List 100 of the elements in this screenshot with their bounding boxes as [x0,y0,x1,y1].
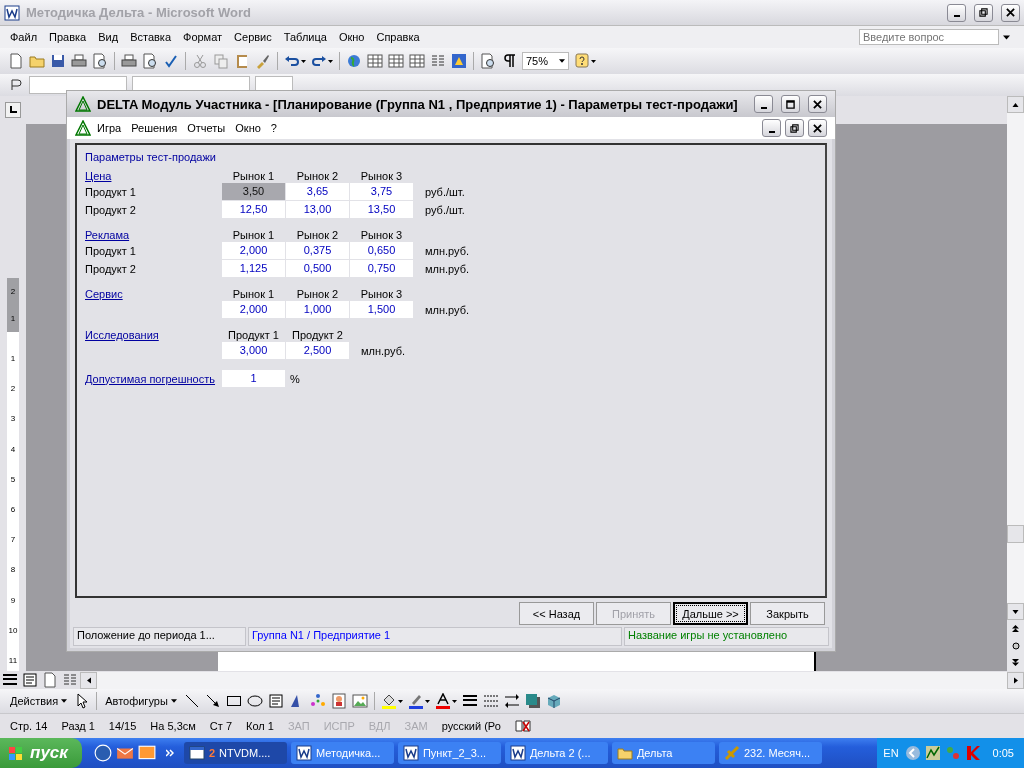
restore-icon [979,8,988,17]
print-preview-icon [142,53,158,69]
next-page-button[interactable] [1007,654,1024,671]
restore-button[interactable] [785,119,804,137]
input-cell[interactable]: 0,500 [286,260,349,277]
input-cell[interactable]: 1,500 [350,301,413,318]
ruler-number: 6 [10,504,16,514]
ruler-number: 8 [10,565,16,575]
menu-item[interactable]: Файл [4,31,44,43]
table-button[interactable] [386,51,406,71]
input-cell[interactable]: 13,00 [286,201,349,218]
dialog-title: DELTA Модуль Участника - [Планирование (Группа N1 , Предприятие 1) - Параметры тест-продажи] [97,96,738,112]
row-label: Продукт 2 [85,203,137,216]
section-link[interactable]: Цена [85,170,221,182]
drawing-button[interactable] [449,51,469,71]
taskbar-button[interactable]: 232. Месяч... [718,742,822,764]
input-cell[interactable]: 2,500 [286,342,349,359]
taskbar-button[interactable]: 2 NTVDM.... [183,742,287,764]
diagram-icon [309,693,326,709]
scroll-down-button[interactable] [1007,603,1024,620]
globe-icon[interactable] [93,744,112,762]
menu-item[interactable]: Справка [370,31,426,43]
dialog-button[interactable]: Дальше >> [673,602,748,625]
dialog-button[interactable]: << Назад [519,602,594,625]
maximize-button[interactable] [781,95,800,113]
input-cell[interactable]: 0,650 [350,242,413,259]
menu-item[interactable]: Формат [177,31,229,43]
menu-item[interactable]: Окно [231,122,265,134]
column-header: Рынок 3 [359,288,404,300]
input-cell[interactable]: 2,000 [222,301,285,318]
circle-icon [1011,641,1020,650]
actions-menu[interactable]: Действия [6,695,72,707]
tolerance-link[interactable]: Допустимая погрешность [85,372,221,385]
input-cell[interactable]: 12,50 [222,201,285,218]
section-link[interactable]: Сервис [85,288,221,300]
line-color-icon [407,693,424,709]
input-cell[interactable]: 0,750 [350,260,413,277]
shadow-icon [524,693,541,709]
minimize-button[interactable] [754,95,773,113]
unit-label: млн.руб. [424,303,471,316]
menu-item[interactable]: Сервис [228,31,278,43]
desktop-icon[interactable] [137,744,156,762]
scroll-up-button[interactable] [1007,96,1024,113]
input-cell[interactable]: 1,125 [222,260,285,277]
minimize-button[interactable] [947,3,966,22]
menu-item[interactable]: Таблица [277,31,333,43]
minimize-button[interactable] [762,119,781,137]
section-link[interactable]: Реклама [85,229,221,241]
scroll-right-button[interactable] [1007,671,1024,689]
input-cell[interactable]: 0,375 [286,242,349,259]
previous-page-button[interactable] [1007,620,1024,637]
menu-item[interactable]: ? [266,122,281,134]
menu-item[interactable]: Отчеты [183,122,230,134]
help-button[interactable] [572,51,599,71]
input-cell[interactable]: 3,65 [286,183,349,200]
menu-item[interactable]: Решения [127,122,182,134]
input-cell[interactable]: 13,50 [350,201,413,218]
picture-insert-button[interactable] [349,691,370,711]
double-arrow-up-icon [1012,625,1019,632]
input-cell[interactable]: 3,50 [222,183,285,200]
input-cell[interactable]: 3,75 [350,183,413,200]
chart-icon[interactable] [924,745,941,761]
zoom-combo[interactable]: 75% [522,52,570,70]
new-document-icon [8,53,24,69]
chevron-icon[interactable] [165,749,174,757]
horizontal-scrollbar[interactable] [97,671,1007,689]
taskbar-button[interactable]: Дельта 2 (... [504,742,608,764]
menu-item[interactable]: Вид [92,31,125,43]
picture-insert-icon [351,693,368,709]
dialog-button[interactable]: Закрыть [750,602,825,625]
taskbar-button[interactable]: Дельта [611,742,715,764]
restore-button[interactable] [974,3,993,22]
taskbar-button[interactable]: Методичка... [290,742,394,764]
tab-selector[interactable] [5,102,21,118]
autoshapes-menu[interactable]: Автофигуры [101,695,181,707]
vertical-scrollbar[interactable] [1007,96,1024,671]
menu-item[interactable]: Вставка [124,31,177,43]
ruler-number: 11 [8,655,18,665]
triangle-logo-icon[interactable] [75,120,91,136]
input-cell[interactable]: 2,000 [222,242,285,259]
input-cell[interactable]: 1,000 [286,301,349,318]
help-field[interactable]: Введите вопрос [859,29,999,45]
menu-item[interactable]: Правка [43,31,93,43]
menu-item[interactable]: Окно [332,31,371,43]
taskbar-button[interactable]: Пункт_2_3... [397,742,501,764]
input-cell[interactable]: 3,000 [222,342,285,359]
input-cell[interactable]: 1 [222,370,285,387]
caret-icon[interactable] [1003,34,1010,40]
chevron-left-icon[interactable] [904,745,921,761]
ellipse-icon [246,693,263,709]
close-button[interactable] [808,119,827,137]
web-view-button[interactable] [20,670,40,690]
maximize-icon [786,99,795,109]
section-link[interactable]: Исследования [85,329,221,341]
scroll-left-button[interactable] [80,671,97,689]
menu-item[interactable]: Игра [93,122,126,134]
undo-icon [284,53,300,69]
close-button[interactable] [808,95,827,113]
close-button[interactable] [1001,3,1020,22]
scroll-thumb[interactable] [1007,525,1024,543]
